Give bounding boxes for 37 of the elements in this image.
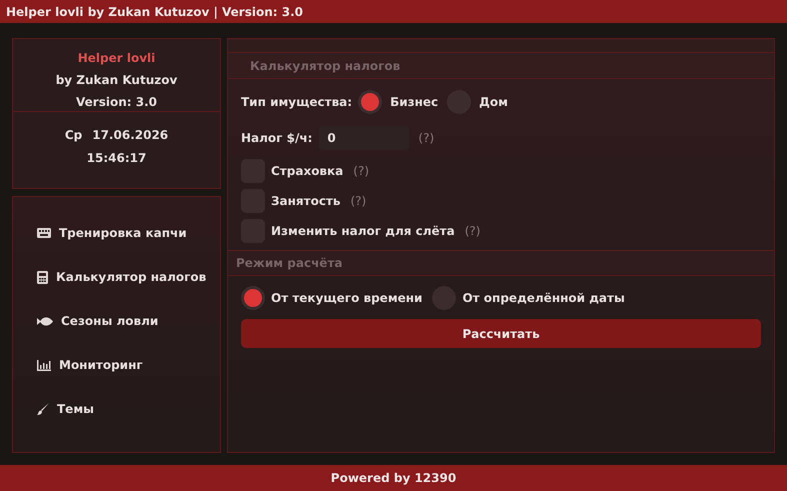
section-title: Режим расчёта	[236, 255, 342, 272]
brush-icon	[37, 403, 49, 415]
version-text: Version: 3.0	[76, 94, 157, 111]
date-text: 17.06.2026	[92, 127, 168, 144]
window-title: Helper lovli by Zukan Kutuzov | Version: 3.0	[6, 4, 303, 20]
time-text: 15:46:17	[86, 150, 146, 167]
checkbox-label[interactable]: Страховка	[271, 162, 344, 180]
radio-button[interactable]	[358, 90, 382, 114]
fish-icon	[37, 316, 53, 326]
author-text: by Zukan Kutuzov	[56, 72, 178, 89]
section-title: Калькулятор налогов	[250, 58, 400, 74]
keyboard-icon	[37, 228, 51, 238]
radio-label[interactable]: От текущего времени	[271, 289, 422, 307]
checkbox-label[interactable]: Изменить налог для слёта	[271, 222, 455, 240]
sidebar-item[interactable]: Мониторинг	[37, 356, 220, 374]
status-text: Powered by 12390	[330, 470, 456, 487]
property-type-label: Тип имущества:	[241, 94, 352, 111]
radio-label[interactable]: Бизнес	[390, 93, 438, 111]
radio-label[interactable]: От определённой даты	[462, 289, 625, 307]
radio-button[interactable]	[241, 286, 265, 310]
calculate-button[interactable]: Рассчитать	[241, 319, 761, 348]
app-name: Helper lovli	[78, 50, 156, 67]
calculator-icon	[37, 270, 48, 284]
tax-input[interactable]: 0	[319, 126, 410, 150]
radio-label[interactable]: Дом	[479, 93, 508, 111]
sidebar-item[interactable]: Темы	[37, 400, 220, 418]
sidebar-item[interactable]: Сезоны ловли	[37, 312, 220, 330]
sidebar-item[interactable]: Калькулятор налогов	[37, 268, 220, 286]
sidebar-item[interactable]: Тренировка капчи	[37, 224, 220, 242]
tax-label: Налог $/ч:	[241, 130, 312, 147]
weekday-text: Ср	[64, 127, 82, 144]
help-hint[interactable]: (?)	[353, 162, 370, 180]
help-hint[interactable]: (?)	[418, 129, 434, 147]
checkbox-label[interactable]: Занятость	[271, 192, 340, 210]
help-hint[interactable]: (?)	[350, 192, 366, 210]
bar-chart-icon	[37, 360, 51, 370]
help-hint[interactable]: (?)	[464, 222, 480, 240]
